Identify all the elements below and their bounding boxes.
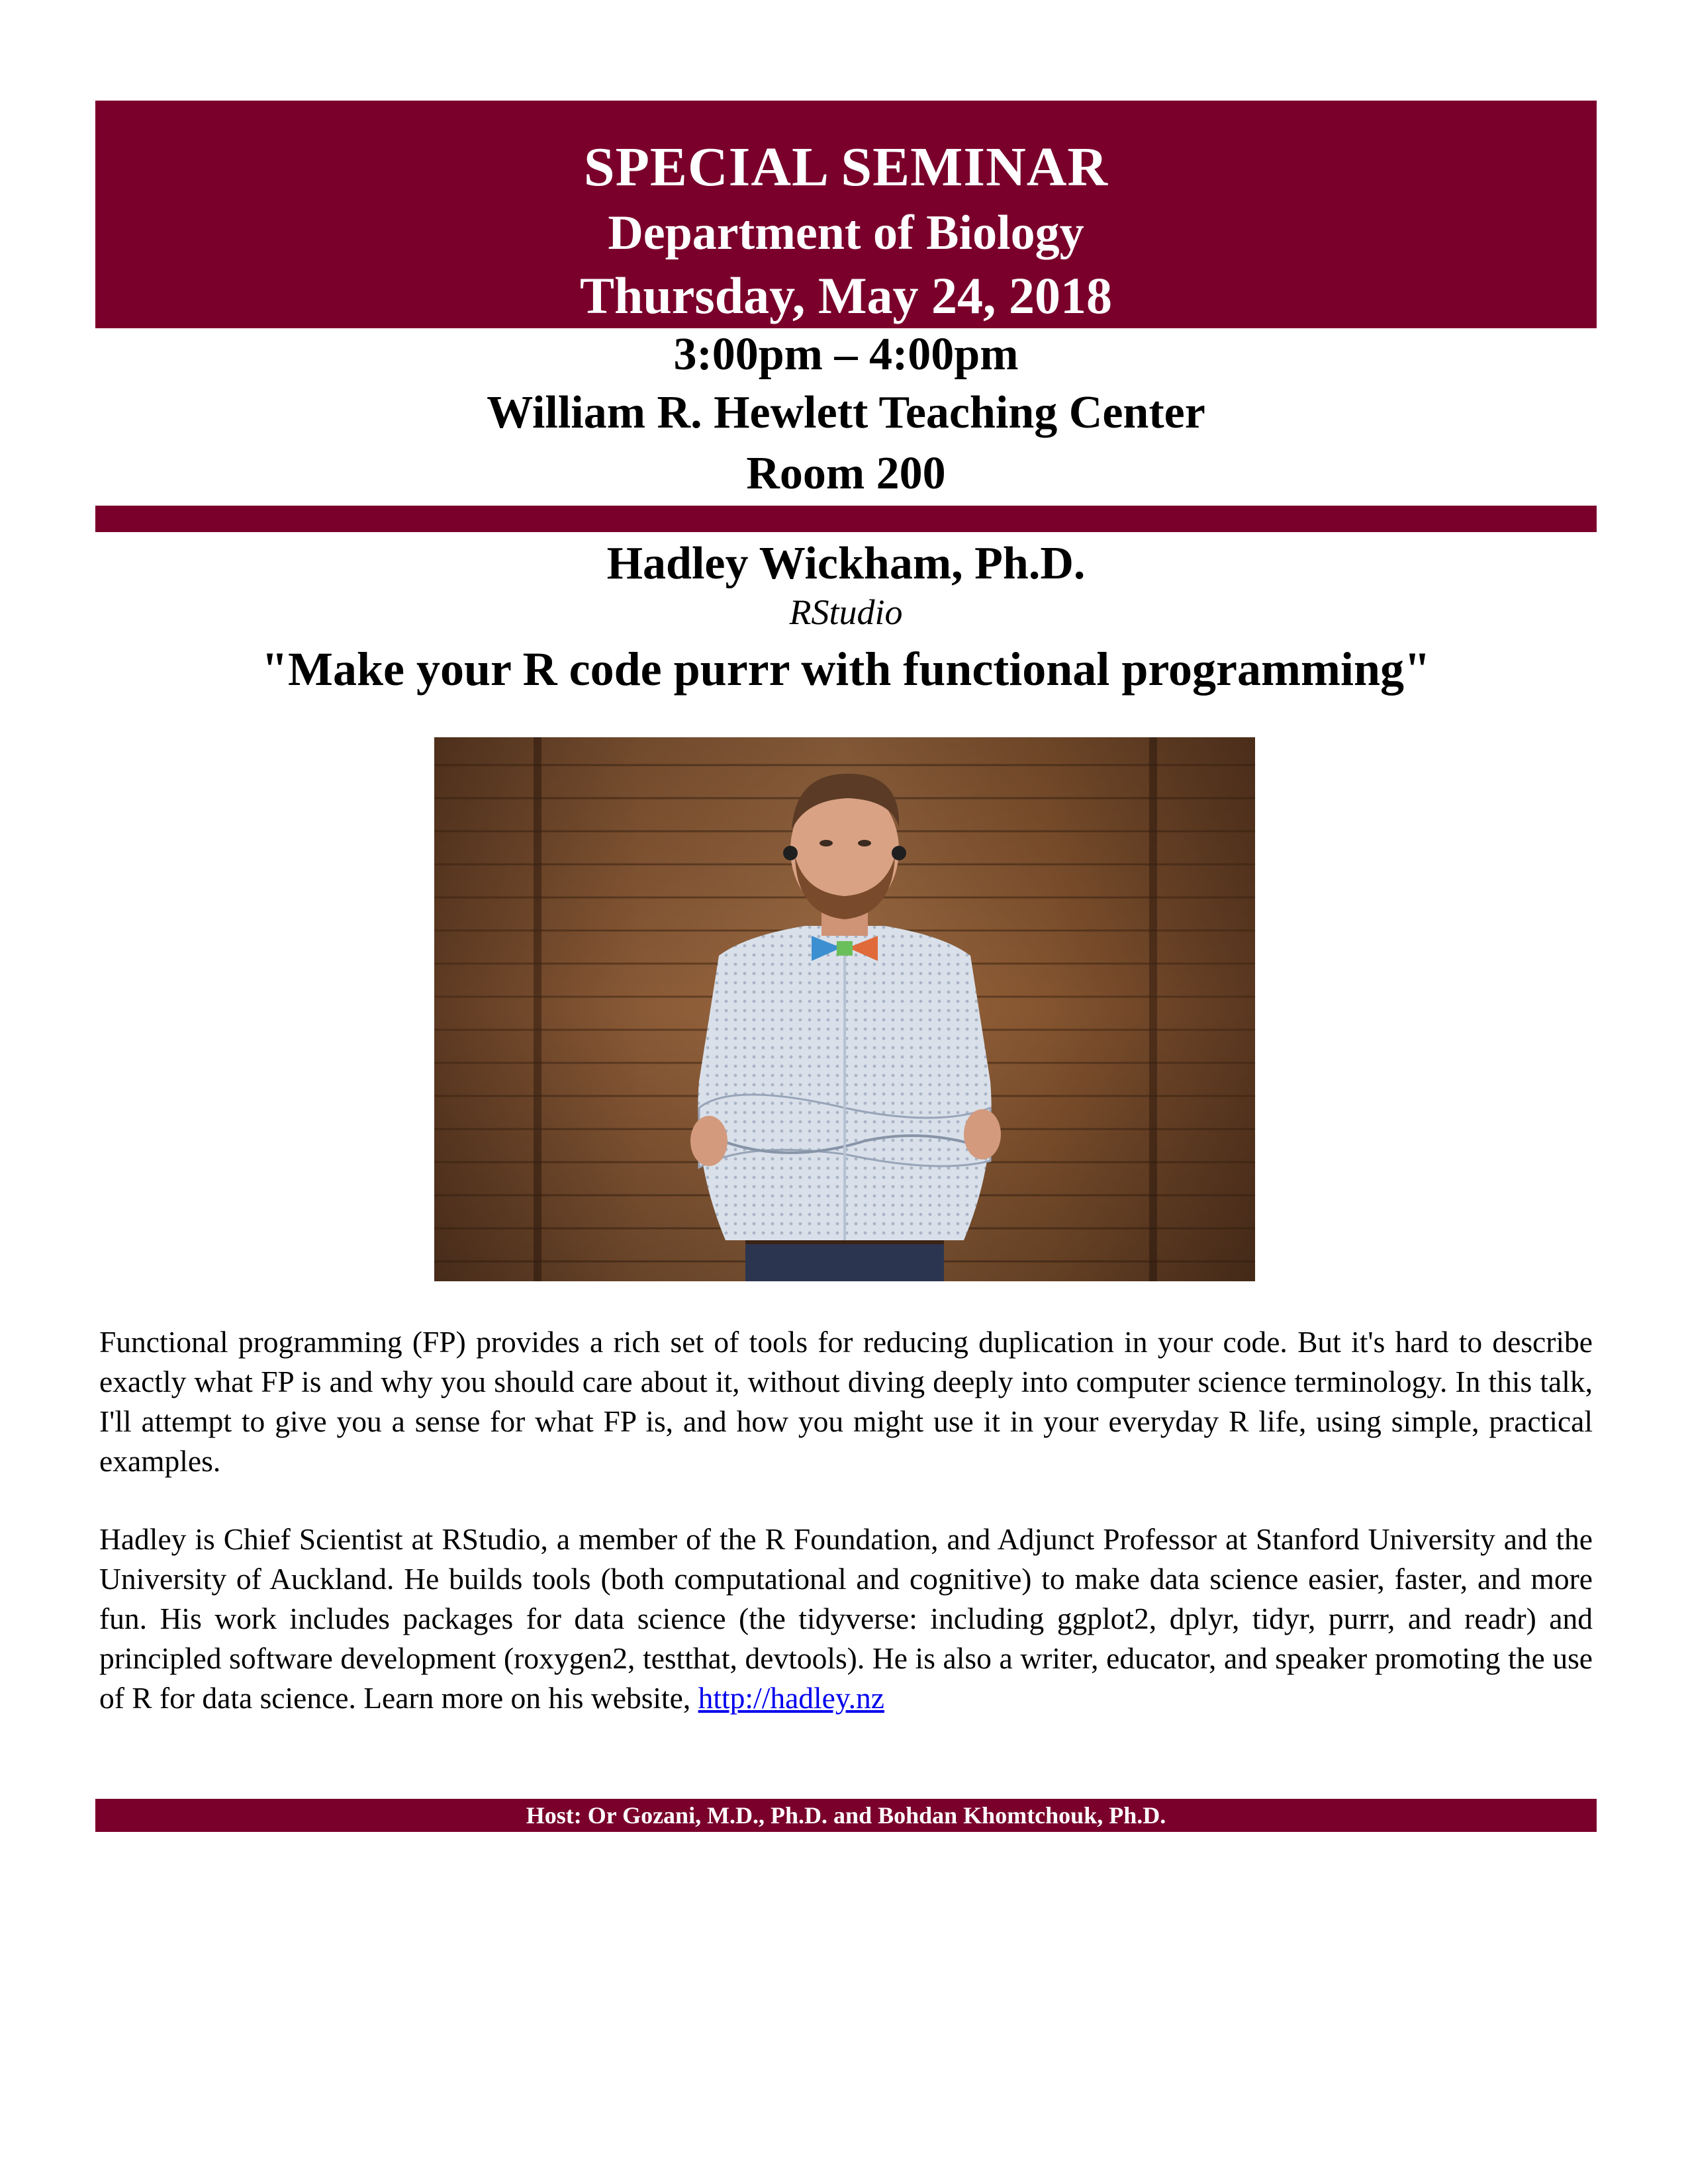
speaker-affiliation: RStudio xyxy=(789,592,903,632)
seminar-title: SPECIAL SEMINAR xyxy=(583,136,1109,198)
seminar-room: Room 200 xyxy=(746,448,946,499)
talk-title: "Make your R code purrr with functional … xyxy=(261,643,1430,696)
host-banner: Host: Or Gozani, M.D., Ph.D. and Bohdan … xyxy=(95,1799,1597,1832)
bio-paragraph: Hadley is Chief Scientist at RStudio, a … xyxy=(99,1520,1593,1718)
section-divider xyxy=(95,506,1597,532)
speaker-name: Hadley Wickham, Ph.D. xyxy=(606,538,1086,589)
abstract-paragraph: Functional programming (FP) provides a r… xyxy=(99,1325,1593,1478)
seminar-date: Thursday, May 24, 2018 xyxy=(580,267,1112,324)
seminar-time: 3:00pm – 4:00pm xyxy=(673,329,1019,380)
speaker-photo xyxy=(434,737,1255,1281)
header-band: SPECIAL SEMINAR Department of Biology Th… xyxy=(95,101,1597,328)
website-link[interactable]: http://hadley.nz xyxy=(698,1681,884,1715)
seminar-venue: William R. Hewlett Teaching Center xyxy=(487,387,1205,438)
department-name: Department of Biology xyxy=(608,206,1084,260)
